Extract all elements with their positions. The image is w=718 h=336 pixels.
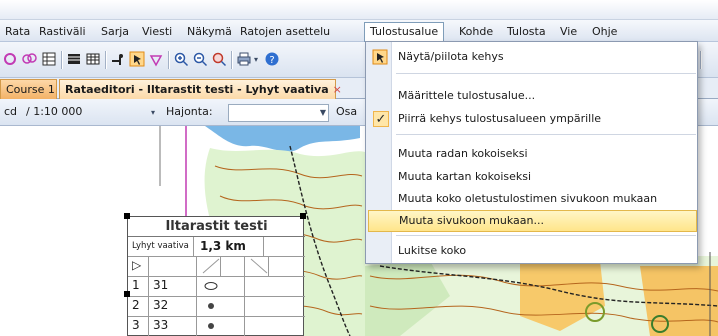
print-area-icon[interactable]	[129, 51, 145, 67]
part-label: Osa	[336, 105, 358, 118]
control-number: 3	[128, 317, 149, 336]
dot-icon	[197, 317, 245, 336]
svg-text:?: ?	[269, 55, 274, 66]
ellipse-icon	[197, 277, 245, 296]
zoom-in-icon[interactable]	[173, 51, 189, 67]
scale-dropdown-chevron-icon[interactable]: ▾	[151, 108, 155, 117]
menu-item-label: Näytä/piilota kehys	[398, 50, 504, 63]
course-length: 1,3 km	[194, 237, 264, 256]
control-icon[interactable]	[2, 51, 18, 67]
control-code: 31	[149, 277, 197, 296]
print-icon[interactable]	[236, 51, 252, 67]
menu-item-label: Muuta kartan kokoiseksi	[398, 170, 532, 183]
event-title: Iltarastit testi	[128, 217, 305, 237]
toolbar-separator	[231, 51, 232, 69]
help-icon[interactable]: ?	[264, 51, 280, 67]
menu-bar: Rata Rastiväli Sarja Viesti Näkymä Ratoj…	[0, 20, 718, 42]
start-triangle-icon: ▷	[128, 257, 149, 276]
course-info-row: Lyhyt vaativa 1,3 km	[128, 237, 305, 257]
resize-handle[interactable]	[124, 291, 130, 297]
menu-item-label: Lukitse koko	[398, 244, 467, 257]
control-number: 1	[128, 277, 149, 296]
menu-item-label: Muuta sivukoon mukaan...	[399, 214, 544, 227]
scale-value: / 1:10 000	[26, 105, 83, 118]
zoom-out-icon[interactable]	[192, 51, 208, 67]
tab-label: Rataeditori - Iltarastit testi - Lyhyt v…	[65, 83, 329, 96]
menu-separator	[396, 235, 696, 236]
dot-icon	[197, 297, 245, 316]
menu-sarja[interactable]: Sarja	[96, 23, 134, 40]
menu-item-fit-to-default-printer[interactable]: Muuta koko oletustulostimen sivukoon muk…	[368, 188, 697, 210]
rotate-icon[interactable]	[148, 51, 164, 67]
menu-tulosta[interactable]: Tulosta	[502, 23, 551, 40]
toolbar-separator	[61, 51, 62, 69]
menu-separator	[396, 73, 696, 74]
menu-item-fit-to-course[interactable]: Muuta radan kokoiseksi	[368, 143, 697, 165]
menu-ratojen-asettelu[interactable]: Ratojen asettelu	[235, 23, 335, 40]
spread-label: Hajonta:	[166, 105, 213, 118]
resize-handle[interactable]	[300, 213, 306, 219]
toolbar-separator	[105, 51, 106, 69]
menu-tulostusalue[interactable]: Tulostusalue	[364, 22, 445, 42]
control-code: 33	[149, 317, 197, 336]
control-number: 2	[128, 297, 149, 316]
print-area-icon	[372, 49, 388, 65]
spread-select[interactable]: ▼	[228, 104, 329, 122]
menu-item-label: Piirrä kehys tulostusalueen ympärille	[398, 112, 602, 125]
menu-nakyma[interactable]: Näkymä	[182, 23, 237, 40]
menu-item-lock-size[interactable]: Lukitse koko	[368, 240, 697, 262]
menu-item-label: Määrittele tulostusalue...	[398, 89, 536, 102]
menu-vie[interactable]: Vie	[555, 23, 582, 40]
move-icon[interactable]	[211, 51, 227, 67]
table-row: 1 31	[128, 277, 305, 297]
tab-course-1[interactable]: Course 1	[0, 79, 57, 99]
start-row: ▷	[128, 257, 305, 277]
course-name: Lyhyt vaativa	[128, 237, 194, 256]
menu-rata[interactable]: Rata	[0, 23, 35, 40]
menu-separator	[396, 134, 696, 135]
window-title-strip	[0, 0, 718, 20]
menu-rastivali[interactable]: Rastiväli	[34, 23, 91, 40]
menu-item-show-hide-frame[interactable]: Näytä/piilota kehys	[368, 46, 697, 68]
tab-rataeditori[interactable]: Rataeditori - Iltarastit testi - Lyhyt v…	[59, 79, 342, 99]
toolbar-separator	[168, 51, 169, 69]
menu-viesti[interactable]: Viesti	[137, 23, 177, 40]
control-description-sheet[interactable]: Iltarastit testi Lyhyt vaativa 1,3 km ▷ …	[124, 213, 306, 336]
table-row: 3 33	[128, 317, 305, 336]
control-code: 32	[149, 297, 197, 316]
print-dropdown-chevron-icon[interactable]: ▾	[254, 55, 258, 64]
close-icon[interactable]: ×	[333, 83, 342, 96]
menu-item-label: Muuta koko oletustulostimen sivukoon muk…	[398, 192, 658, 205]
menu-item-fit-to-map[interactable]: Muuta kartan kokoiseksi	[368, 166, 697, 188]
lake-area	[205, 126, 360, 152]
table-row: 2 32	[128, 297, 305, 317]
scale-prefix: cd	[4, 105, 18, 118]
toolbar-separator	[700, 51, 701, 69]
menu-item-draw-frame[interactable]: ✓ Piirrä kehys tulostusalueen ympärille	[368, 108, 697, 130]
menu-item-fit-to-page-size[interactable]: Muuta sivukoon mukaan...	[368, 210, 697, 232]
menu-item-define-print-area[interactable]: Määrittele tulostusalue...	[368, 85, 697, 107]
tab-label: Course 1	[6, 83, 55, 96]
menu-ohje[interactable]: Ohje	[587, 23, 622, 40]
resize-handle[interactable]	[124, 213, 130, 219]
line-icon[interactable]	[110, 51, 126, 67]
grid-icon[interactable]	[85, 51, 101, 67]
multi-control-icon[interactable]	[21, 51, 37, 67]
description-table-icon[interactable]	[41, 51, 57, 67]
fill-area-icon[interactable]	[66, 51, 82, 67]
checkmark-icon: ✓	[373, 111, 389, 127]
menu-item-label: Muuta radan kokoiseksi	[398, 147, 528, 160]
tulostusalue-menu: Näytä/piilota kehys Määrittele tulostusa…	[365, 41, 698, 264]
chevron-down-icon: ▼	[319, 108, 326, 117]
menu-kohde[interactable]: Kohde	[454, 23, 498, 40]
